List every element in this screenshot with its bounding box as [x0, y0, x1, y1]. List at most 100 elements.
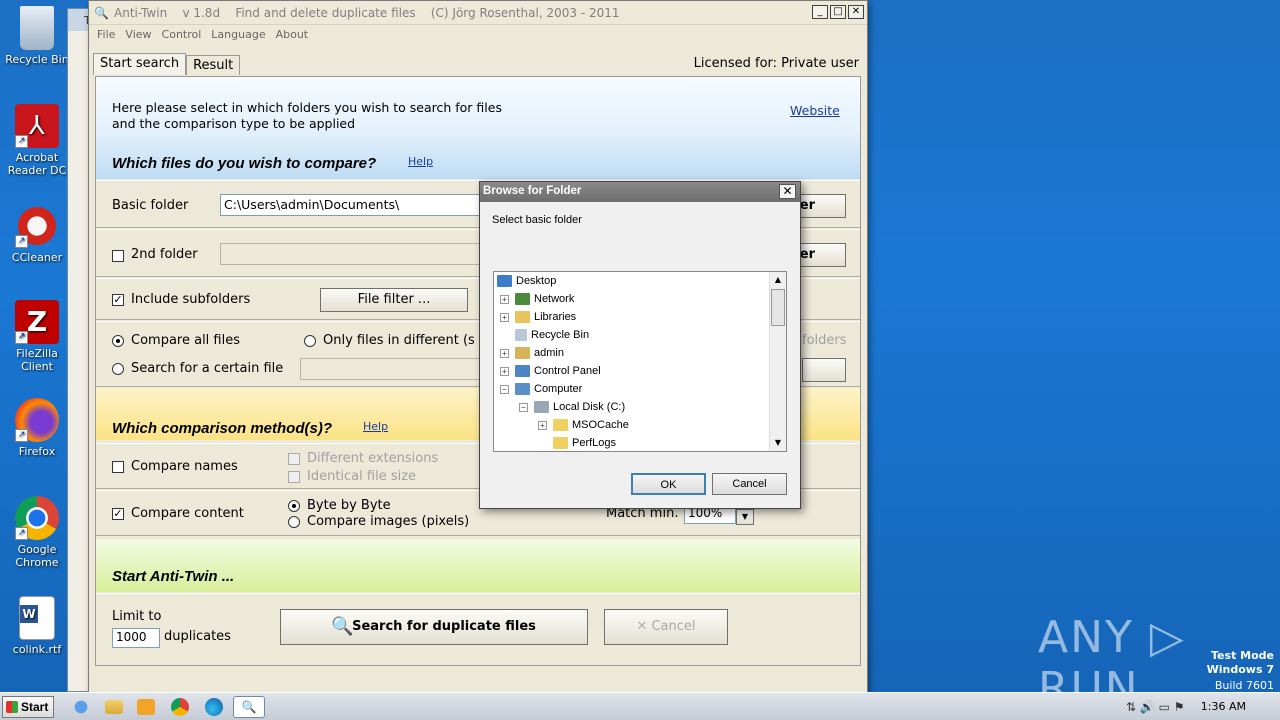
word-document-icon: W: [19, 596, 55, 640]
tree-scrollbar[interactable]: ▲ ▼: [769, 272, 786, 451]
expand-icon[interactable]: +: [500, 366, 509, 376]
tree-item-label: Recycle Bin: [531, 329, 590, 341]
desktop-icon-recycle-bin[interactable]: Recycle Bin: [0, 6, 74, 66]
tree-item-label: Computer: [534, 383, 583, 395]
firefox-icon: ↗: [15, 398, 59, 442]
limit-input[interactable]: 1000: [112, 628, 160, 648]
menu-control[interactable]: Control: [162, 28, 202, 41]
dialog-close-button[interactable]: ✕: [779, 184, 796, 199]
tree-item-libraries[interactable]: + Libraries: [500, 308, 576, 326]
window-titlebar[interactable]: 🔍 Anti-Twin v 1.8d Find and delete dupli…: [89, 1, 867, 25]
expand-icon[interactable]: +: [500, 312, 509, 322]
dialog-cancel-button[interactable]: Cancel: [712, 473, 787, 495]
limit-to-label: Limit to: [112, 609, 162, 624]
desktop-icon-colink[interactable]: W colink.rtf: [0, 596, 74, 656]
internet-explorer-icon[interactable]: [70, 697, 92, 717]
only-different-folders-radio[interactable]: [304, 335, 316, 347]
menu-language[interactable]: Language: [211, 28, 265, 41]
chrome-taskbar-icon[interactable]: [171, 698, 189, 716]
tree-item-network[interactable]: + Network: [500, 290, 574, 308]
minimize-button[interactable]: _: [812, 5, 828, 19]
menu-about[interactable]: About: [276, 28, 309, 41]
menu-file[interactable]: File: [97, 28, 115, 41]
website-link[interactable]: Website: [790, 103, 840, 118]
taskbar-clock[interactable]: 1:36 AM: [1201, 700, 1246, 713]
tree-item-label: Network: [534, 293, 575, 305]
help-link-method[interactable]: Help: [363, 420, 388, 433]
compare-content-checkbox[interactable]: ✓: [112, 508, 124, 520]
windows-logo-icon: [6, 701, 18, 713]
collapse-icon[interactable]: −: [500, 384, 509, 394]
identical-size-checkbox[interactable]: [288, 471, 300, 483]
tab-result[interactable]: Result: [186, 55, 241, 75]
menu-view[interactable]: View: [125, 28, 151, 41]
desktop-icon-label: FileZilla Client: [16, 347, 58, 373]
compare-names-checkbox[interactable]: [112, 461, 124, 473]
help-link-files[interactable]: Help: [408, 155, 433, 168]
scroll-down-arrow[interactable]: ▼: [770, 435, 786, 451]
expand-icon[interactable]: +: [500, 348, 509, 358]
cancel-x-icon: ✕: [636, 619, 652, 634]
certain-file-browse-button[interactable]: [802, 358, 846, 382]
desktop-icon-label: colink.rtf: [12, 643, 62, 656]
file-filter-button[interactable]: File filter ...: [320, 288, 468, 312]
different-extensions-checkbox[interactable]: [288, 453, 300, 465]
start-button[interactable]: Start: [2, 696, 54, 718]
window-title: Anti-Twin v 1.8d Find and delete duplica…: [114, 5, 620, 20]
desktop-icon: [497, 275, 512, 287]
media-player-icon[interactable]: [137, 699, 155, 715]
close-button[interactable]: ✕: [848, 5, 864, 19]
compare-images-label: Compare images (pixels): [307, 514, 470, 529]
dialog-titlebar[interactable]: Browse for Folder: [480, 182, 800, 202]
desktop-icon-acrobat[interactable]: ⅄ ↗ Acrobat Reader DC: [0, 104, 74, 177]
tab-start-search[interactable]: Start search: [93, 53, 187, 75]
byte-by-byte-radio[interactable]: [288, 500, 300, 512]
second-folder-input[interactable]: [220, 243, 490, 265]
compare-all-radio[interactable]: [112, 335, 124, 347]
search-duplicates-button[interactable]: 🔍 Search for duplicate files: [280, 609, 588, 645]
file-explorer-icon[interactable]: [105, 700, 123, 714]
basic-folder-input[interactable]: C:\Users\admin\Documents\: [220, 194, 490, 216]
second-folder-checkbox[interactable]: [112, 250, 124, 262]
window-controls: _ □ ✕: [812, 5, 864, 19]
expand-icon[interactable]: +: [538, 420, 547, 430]
desktop-icon-label: Firefox: [18, 445, 56, 458]
tree-item-recycle-bin[interactable]: Recycle Bin: [515, 326, 589, 344]
tree-item-control-panel[interactable]: + Control Panel: [500, 362, 601, 380]
collapse-icon[interactable]: −: [519, 402, 528, 412]
search-certain-file-radio[interactable]: [112, 363, 124, 375]
dialog-subtitle: Select basic folder: [492, 214, 582, 226]
tree-item-admin[interactable]: + admin: [500, 344, 564, 362]
browse-folder-dialog[interactable]: Browse for Folder ✕ Select basic folder …: [479, 181, 801, 509]
include-subfolders-checkbox[interactable]: ✓: [112, 294, 124, 306]
computer-icon: [515, 383, 530, 395]
compare-images-radio[interactable]: [288, 516, 300, 528]
desktop-icon-firefox[interactable]: ↗ Firefox: [0, 398, 74, 458]
certain-file-input[interactable]: [300, 358, 490, 380]
anti-twin-taskbar-icon[interactable]: 🔍: [233, 696, 265, 718]
dialog-ok-button[interactable]: OK: [631, 473, 706, 495]
tree-item-computer[interactable]: − Computer: [500, 380, 582, 398]
cancel-search-button[interactable]: ✕ Cancel: [604, 609, 728, 645]
tree-item-perflogs[interactable]: PerfLogs: [553, 434, 616, 451]
libraries-icon: [515, 311, 530, 323]
desktop-icon-ccleaner[interactable]: ↗ CCleaner: [0, 204, 74, 264]
scroll-up-arrow[interactable]: ▲: [770, 272, 786, 288]
folder-tree[interactable]: Desktop + Network + Libraries Recycle Bin …: [493, 271, 787, 452]
match-min-dropdown-arrow[interactable]: ▼: [736, 509, 754, 525]
scroll-thumb[interactable]: [771, 289, 785, 326]
desktop-icon-label: Google Chrome: [15, 543, 59, 569]
shortcut-arrow-icon: ↗: [15, 331, 28, 344]
tree-item-desktop[interactable]: Desktop: [497, 272, 556, 290]
tab-bar: Start search Result: [93, 53, 241, 75]
edge-icon[interactable]: [205, 698, 223, 716]
network-icon: [515, 293, 530, 305]
build-label: Build 7601: [1214, 679, 1274, 692]
maximize-button[interactable]: □: [830, 5, 846, 19]
tree-item-local-disk[interactable]: − Local Disk (C:): [519, 398, 625, 416]
compare-names-label: Compare names: [131, 459, 238, 474]
desktop-icon-chrome[interactable]: ↗ Google Chrome: [0, 496, 74, 569]
desktop-icon-filezilla[interactable]: Z ↗ FileZilla Client: [0, 300, 74, 373]
expand-icon[interactable]: +: [500, 294, 509, 304]
tree-item-msocache[interactable]: + MSOCache: [538, 416, 629, 434]
